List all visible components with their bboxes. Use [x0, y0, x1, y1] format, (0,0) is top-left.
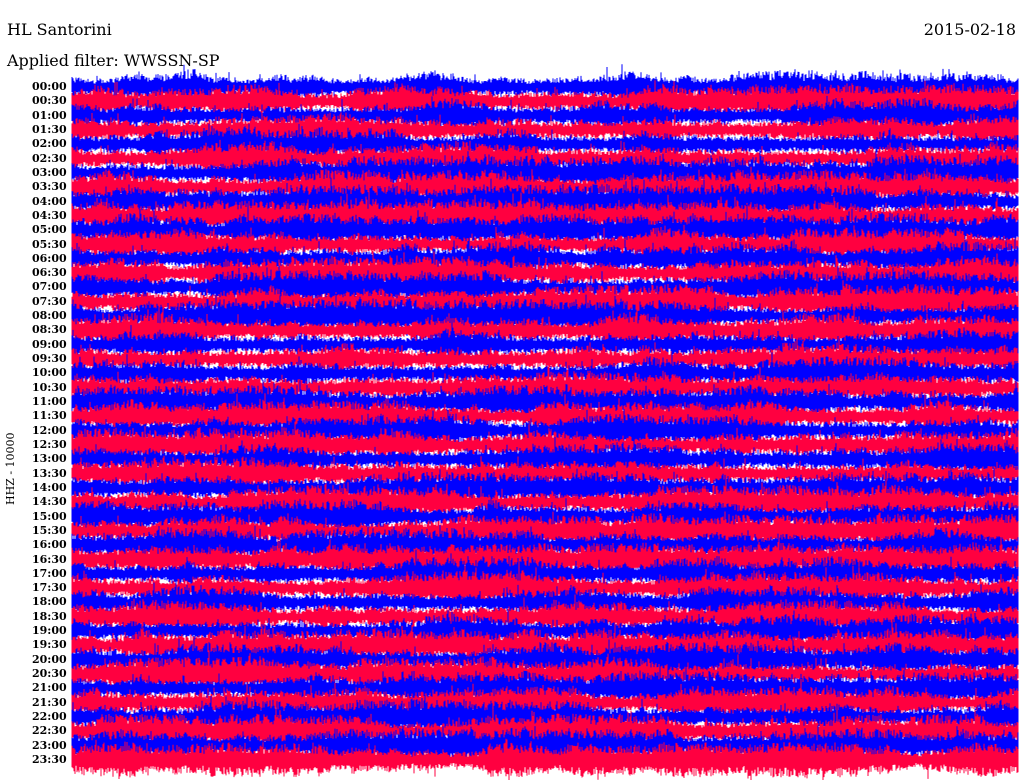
filter-label: Applied filter: WWSSN-SP: [7, 51, 220, 70]
helicorder-plot: [71, 64, 1019, 780]
